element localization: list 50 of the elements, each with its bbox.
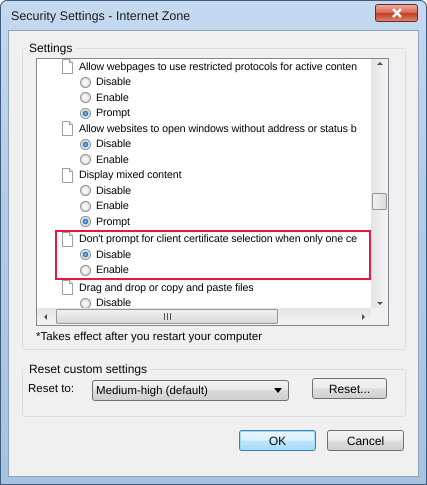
- document-icon: [62, 121, 73, 136]
- reset-button[interactable]: Reset...: [312, 378, 387, 399]
- setting-label: Don't prompt for client certificate selection when only one ce: [79, 233, 358, 246]
- option-label: Prompt: [96, 107, 130, 120]
- radio-button[interactable]: [80, 249, 91, 260]
- ok-button[interactable]: OK: [239, 430, 316, 451]
- option-label: Enable: [96, 154, 129, 166]
- scrollbar-thumb[interactable]: [372, 193, 387, 210]
- scroll-up-icon[interactable]: [374, 59, 384, 68]
- setting-label: Allow webpages to use restricted protocols for active conten: [79, 60, 357, 73]
- group-legend: Settings: [29, 41, 72, 55]
- option-label: Disable: [96, 76, 131, 88]
- radio-button[interactable]: [80, 264, 91, 276]
- setting-label: Display mixed content: [79, 169, 182, 182]
- radio-button[interactable]: [80, 298, 91, 308]
- option-label: Disable: [96, 248, 131, 261]
- radio-button[interactable]: [80, 76, 91, 88]
- vertical-scrollbar[interactable]: [371, 59, 388, 308]
- document-icon: [62, 280, 73, 296]
- option-label: Enable: [96, 264, 129, 276]
- radio-button[interactable]: [80, 200, 91, 212]
- cancel-button[interactable]: Cancel: [327, 430, 404, 451]
- group-legend: Reset custom settings: [29, 362, 148, 376]
- document-icon: [62, 232, 73, 247]
- setting-label: Allow websites to open windows without address or status b: [79, 122, 357, 135]
- radio-button[interactable]: [80, 92, 91, 104]
- reset-level-dropdown[interactable]: Medium-high (default): [92, 380, 289, 401]
- radio-button[interactable]: [80, 108, 91, 119]
- document-icon: [62, 168, 73, 183]
- option-label: Disable: [96, 138, 131, 150]
- setting-label: Drag and drop or copy and paste files: [79, 282, 254, 294]
- option-label: Disable: [96, 184, 131, 197]
- scrollbar-thumb[interactable]: [56, 309, 278, 324]
- scrollbar-corner: [371, 308, 388, 325]
- restart-note: *Takes effect after you restart your computer: [36, 331, 264, 343]
- caret-icon: [274, 388, 282, 393]
- radio-button[interactable]: [80, 216, 91, 228]
- option-label: Disable: [96, 297, 131, 308]
- radio-button[interactable]: [80, 138, 91, 150]
- option-label: Enable: [96, 92, 129, 104]
- window-title: Security Settings - Internet Zone: [11, 8, 190, 22]
- grip-icon: [164, 313, 170, 320]
- horizontal-scrollbar[interactable]: [37, 308, 371, 325]
- close-button[interactable]: [375, 4, 418, 22]
- radio-button[interactable]: [80, 185, 91, 196]
- radio-button[interactable]: [80, 154, 91, 166]
- reset-to-label: Reset to:: [28, 383, 76, 395]
- option-label: Enable: [96, 200, 129, 212]
- close-icon: [390, 8, 402, 18]
- option-label: Prompt: [96, 216, 130, 228]
